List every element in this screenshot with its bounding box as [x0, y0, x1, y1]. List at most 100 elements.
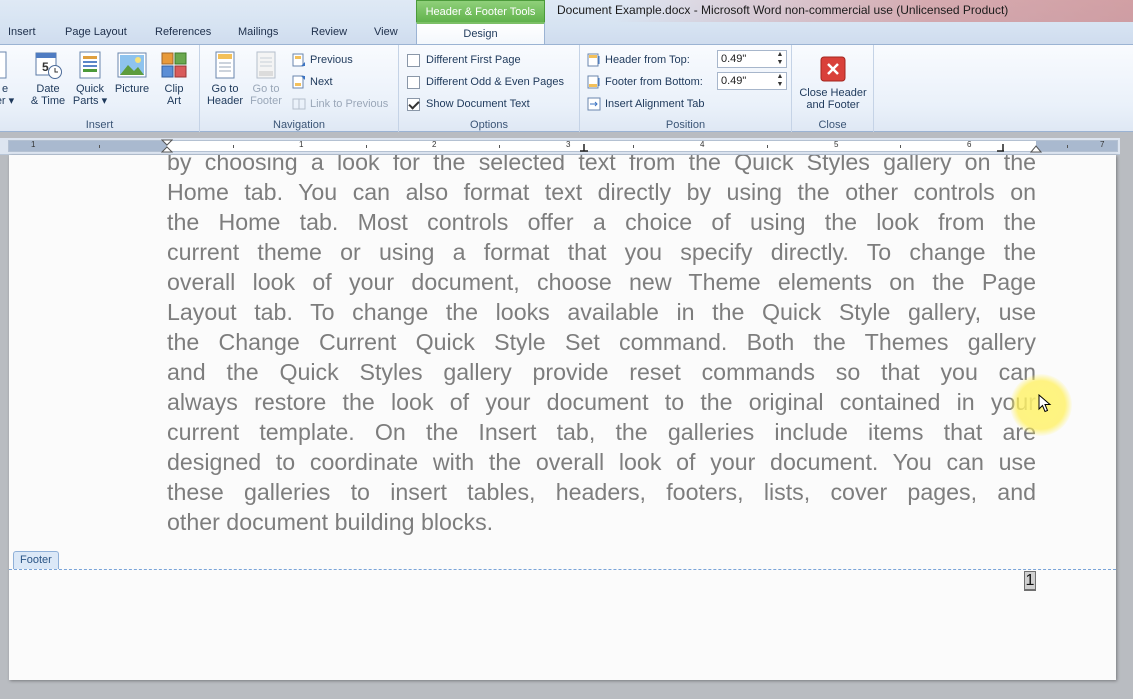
different-odd-even-checkbox[interactable] [407, 75, 420, 89]
ruler-tick [633, 145, 634, 148]
tab-insert[interactable]: Insert [8, 26, 36, 38]
close-label-2: and Footer [806, 99, 860, 111]
different-first-page-checkbox[interactable] [407, 53, 420, 67]
tab-page-layout[interactable]: Page Layout [65, 26, 127, 38]
options-group-label: Options [470, 119, 508, 131]
text-line: other document building blocks. [167, 509, 494, 535]
ruler-number: 3 [566, 140, 571, 149]
ruler-tick [366, 145, 367, 148]
go-to-footer-button[interactable]: Go to Footer [247, 50, 285, 107]
horizontal-ruler[interactable]: 1 1 2 3 4 5 6 7 [0, 138, 1120, 155]
picture-button[interactable]: Picture [113, 50, 151, 95]
tab-references[interactable]: References [155, 26, 211, 38]
close-icon [820, 56, 846, 82]
text-line: overall look of your document, choose ne… [167, 269, 1036, 295]
insert-alignment-tab-button[interactable]: Insert Alignment Tab [587, 95, 704, 113]
header-footer-button-partial[interactable]: e er ▾ [0, 50, 16, 107]
footer-from-bottom-input[interactable]: 0.49" ▲ ▼ [717, 72, 787, 90]
ruler-number: 4 [700, 140, 705, 149]
partial-label-2: er ▾ [0, 95, 15, 107]
different-odd-even-label: Different Odd & Even Pages [426, 76, 564, 88]
page-number-value: 1 [1024, 572, 1036, 589]
date-time-button[interactable]: 5 Date & Time [30, 50, 66, 107]
show-document-text-label: Show Document Text [426, 98, 530, 110]
center-tab-marker-icon[interactable] [580, 144, 588, 152]
footer-from-bottom-label: Footer from Bottom: [605, 76, 703, 88]
header-from-top-input[interactable]: 0.49" ▲ ▼ [717, 50, 787, 68]
header-spinner-arrows-icon[interactable]: ▲ ▼ [774, 51, 786, 67]
go-to-header-label-2: Header [206, 95, 244, 107]
go-to-header-button[interactable]: Go to Header [206, 50, 244, 107]
ruler-number: 5 [834, 140, 839, 149]
go-to-header-icon [210, 50, 240, 80]
close-group-label: Close [818, 119, 847, 131]
clip-art-label-1: Clip [164, 83, 184, 95]
text-line: current theme or using a format that you… [167, 239, 1036, 265]
tab-design[interactable]: Design [416, 22, 545, 45]
ruler-tick [1067, 145, 1068, 148]
clip-art-label-2: Art [166, 95, 182, 107]
link-icon [292, 98, 306, 110]
calendar-clock-icon: 5 [33, 50, 63, 80]
close-label-1: Close Header [799, 87, 867, 99]
text-line: designed to coordinate with the overall … [167, 449, 1036, 475]
tab-review[interactable]: Review [311, 26, 347, 38]
insert-group-label: Insert [85, 119, 114, 131]
text-line: current template. On the Insert tab, the… [167, 419, 1036, 445]
context-tab-header-footer-tools: Header & Footer Tools [416, 0, 545, 23]
go-to-header-label-1: Go to [211, 83, 239, 95]
ruler-tick [900, 145, 901, 148]
show-document-text-option[interactable]: Show Document Text [407, 95, 530, 113]
link-to-previous-button[interactable]: Link to Previous [292, 95, 388, 113]
tab-view[interactable]: View [374, 26, 398, 38]
right-tab-marker-icon[interactable] [997, 144, 1005, 152]
text-line: the Change Current Quick Style Set comma… [167, 329, 1036, 355]
document-body-text[interactable]: by choosing a look for the selected text… [167, 155, 1036, 537]
quick-parts-button[interactable]: Quick Parts ▾ [72, 50, 108, 107]
text-line: Layout tab. To change the looks availabl… [167, 299, 1036, 325]
next-button[interactable]: Next [292, 73, 333, 91]
svg-text:5: 5 [42, 60, 49, 74]
different-odd-even-option[interactable]: Different Odd & Even Pages [407, 73, 564, 91]
ruler-tick [499, 145, 500, 148]
header-position-icon [587, 53, 600, 67]
close-header-footer-button[interactable]: Close Header and Footer [796, 50, 870, 111]
ruler-number: 7 [1100, 140, 1105, 149]
mouse-pointer-icon [1038, 394, 1052, 413]
ruler-number: 6 [967, 140, 972, 149]
different-first-page-option[interactable]: Different First Page [407, 51, 521, 69]
clip-art-icon [159, 50, 189, 80]
clip-art-button[interactable]: Clip Art [157, 50, 191, 107]
quick-parts-icon [75, 50, 105, 80]
ribbon-group-position: Header from Top: 0.49" ▲ ▼ Footer from Bo… [580, 45, 792, 132]
quick-parts-label-1: Quick [75, 83, 105, 95]
document-page[interactable]: by choosing a look for the selected text… [9, 155, 1116, 680]
picture-label: Picture [114, 83, 150, 95]
tab-mailings[interactable]: Mailings [238, 26, 278, 38]
window-title: Document Example.docx - Microsoft Word n… [557, 3, 1009, 17]
partial-label-1: e [1, 83, 9, 95]
ruler-tick [767, 145, 768, 148]
footer-spinner-arrows-icon[interactable]: ▲ ▼ [774, 73, 786, 89]
indent-marker-icon[interactable] [161, 139, 173, 153]
text-line: the Home tab. Most controls offer a choi… [167, 209, 1036, 235]
ribbon: e er ▾ 5 Date & Time [0, 44, 1133, 132]
go-to-footer-icon [251, 50, 281, 80]
text-line: by choosing a look for the selected text… [167, 155, 1036, 175]
go-to-footer-label-1: Go to [252, 83, 280, 95]
previous-label: Previous [310, 54, 353, 66]
text-line: and the Quick Styles gallery provide res… [167, 359, 1036, 385]
alignment-tab-icon [587, 97, 601, 111]
header-from-top-row: Header from Top: [587, 51, 690, 69]
page-number[interactable]: 1 [1024, 571, 1036, 591]
title-bar: Document Example.docx - Microsoft Word n… [0, 0, 1133, 45]
ribbon-group-navigation: Go to Header Go to Footer Previous Next … [200, 45, 399, 132]
previous-button[interactable]: Previous [292, 51, 353, 69]
footer-tag: Footer [13, 551, 59, 569]
right-indent-marker-icon[interactable] [1030, 144, 1042, 153]
show-document-text-checkbox[interactable] [407, 97, 420, 111]
picture-icon [117, 50, 147, 80]
ribbon-group-insert: e er ▾ 5 Date & Time [0, 45, 200, 132]
quick-parts-label-2: Parts ▾ [72, 95, 108, 107]
footer-position-icon [587, 75, 600, 89]
